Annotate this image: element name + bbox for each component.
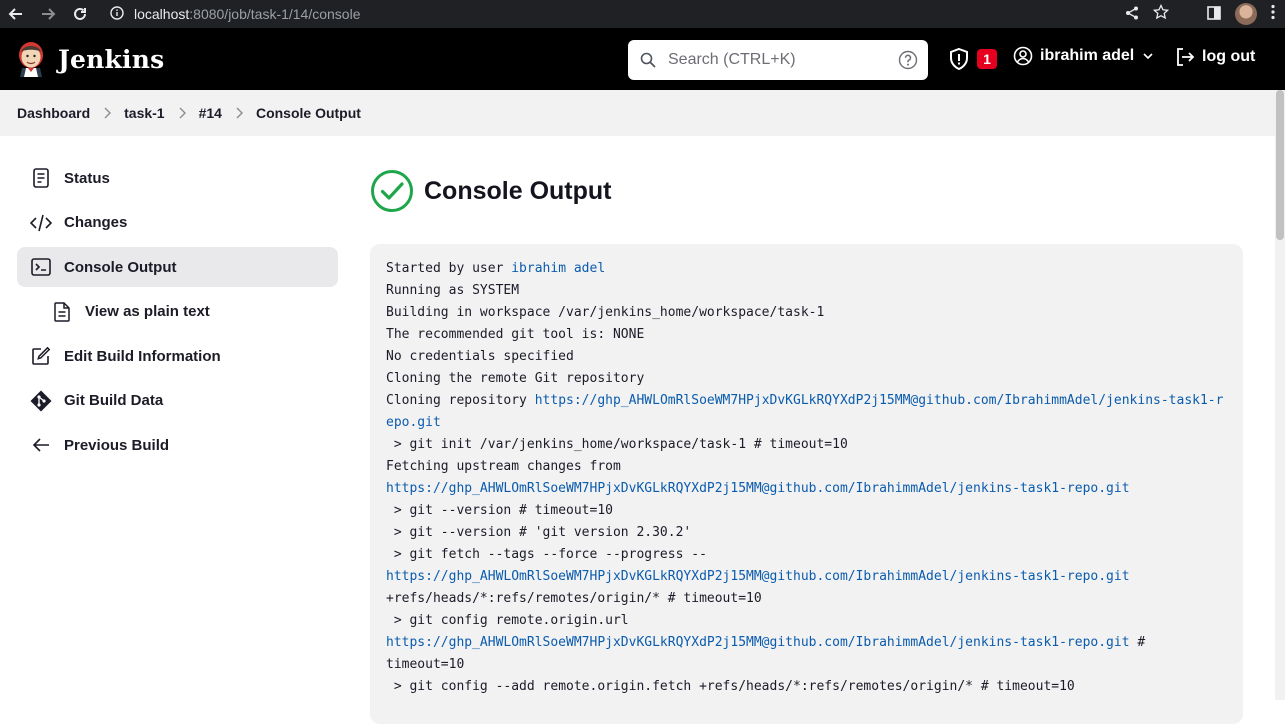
sidepanel-icon[interactable] [1207, 5, 1221, 24]
console-line: > git fetch --tags --force --progress -- [386, 547, 707, 562]
back-arrow-icon[interactable] [0, 0, 32, 28]
console-line: Started by user [386, 261, 512, 276]
console-line: No credentials specified [386, 349, 574, 364]
check-circle-icon [371, 170, 413, 212]
info-icon[interactable] [110, 5, 124, 23]
sidebar-item-plain-text[interactable]: View as plain text [17, 292, 338, 332]
breadcrumb-job[interactable]: task-1 [124, 105, 164, 121]
url-path: :8080/job/task-1/14/console [189, 6, 361, 22]
arrow-left-icon [30, 434, 52, 456]
user-menu[interactable]: ibrahim adel [1013, 46, 1154, 66]
breadcrumb: Dashboard task-1 #14 Console Output [0, 90, 1285, 136]
search-icon [640, 52, 656, 68]
console-line: Cloning repository [386, 393, 535, 408]
sidebar-item-label: View as plain text [85, 303, 210, 320]
chevron-down-icon [1142, 50, 1154, 62]
browser-toolbar: localhost:8080/job/task-1/14/console [0, 0, 1285, 28]
document-icon [30, 167, 52, 189]
breadcrumb-build[interactable]: #14 [199, 105, 222, 121]
logout-link[interactable]: log out [1174, 46, 1255, 68]
console-line: Building in workspace /var/jenkins_home/… [386, 305, 825, 320]
repo-link[interactable]: https://ghp_AHWLOmRlSoeWM7HPjxDvKGLkRQYX… [386, 635, 1130, 650]
breadcrumb-console-output[interactable]: Console Output [256, 105, 361, 121]
console-line: > git config --add remote.origin.fetch +… [386, 679, 1075, 694]
git-icon [30, 390, 52, 412]
console-line: Running as SYSTEM [386, 283, 520, 298]
repo-link[interactable]: https://ghp_AHWLOmRlSoeWM7HPjxDvKGLkRQYX… [386, 569, 1130, 584]
search-input[interactable] [668, 51, 878, 69]
logout-label: log out [1202, 48, 1256, 65]
user-icon [1013, 46, 1033, 66]
console-line: Cloning the remote Git repository [386, 371, 645, 386]
jenkins-header: Jenkins 1 ibrahim adel log out [0, 28, 1285, 90]
main-content: Console Output Started by user ibrahim a… [370, 165, 1243, 724]
address-bar[interactable]: localhost:8080/job/task-1/14/console [110, 5, 361, 23]
chevron-right-icon [235, 107, 243, 119]
sidebar-item-label: Changes [64, 214, 128, 231]
profile-avatar[interactable] [1235, 3, 1257, 25]
forward-arrow-icon[interactable] [32, 0, 64, 28]
sidebar-item-label: Console Output [64, 258, 177, 276]
sidebar-item-console-output[interactable]: Console Output [17, 247, 338, 287]
console-line: > git init /var/jenkins_home/workspace/t… [386, 437, 848, 452]
scrollbar-thumb[interactable] [1276, 90, 1284, 240]
sidebar-item-previous-build[interactable]: Previous Build [17, 425, 338, 465]
user-name: ibrahim adel [1040, 47, 1135, 64]
sidebar-item-git-build-data[interactable]: Git Build Data [17, 381, 338, 421]
brand-name: Jenkins [58, 44, 165, 74]
sidebar-item-label: Git Build Data [64, 392, 164, 409]
sidebar-item-changes[interactable]: Changes [17, 203, 338, 243]
jenkins-logo [19, 42, 43, 77]
console-line: > git config remote.origin.url [386, 613, 629, 628]
logout-icon [1177, 48, 1195, 66]
file-icon [51, 301, 73, 323]
sidebar: Status Changes Console Output View as pl… [17, 158, 338, 470]
page-title: Console Output [424, 176, 612, 205]
breadcrumb-dashboard[interactable]: Dashboard [17, 105, 90, 121]
terminal-icon [30, 256, 52, 278]
code-icon [30, 212, 52, 234]
jenkins-home-link[interactable]: Jenkins [16, 40, 164, 78]
edit-icon [30, 345, 52, 367]
security-alerts[interactable]: 1 [947, 47, 997, 71]
console-line: > git --version # timeout=10 [386, 503, 613, 518]
console-line: +refs/heads/*:refs/remotes/origin/* # ti… [386, 591, 762, 606]
user-link[interactable]: ibrahim adel [511, 261, 605, 276]
url-host: localhost [134, 6, 190, 22]
more-vert-icon[interactable] [1271, 4, 1275, 24]
page-scrollbar[interactable] [1275, 90, 1285, 700]
reload-icon[interactable] [64, 0, 96, 28]
sidebar-item-label: Edit Build Information [64, 347, 221, 365]
console-line: Fetching upstream changes from [386, 459, 621, 474]
chevron-right-icon [178, 107, 186, 119]
help-icon[interactable] [898, 50, 918, 70]
star-icon[interactable] [1152, 3, 1170, 24]
console-line: The recommended git tool is: NONE [386, 327, 645, 342]
page-header: Console Output [370, 165, 1243, 217]
chevron-right-icon [103, 107, 112, 119]
sidebar-item-status[interactable]: Status [17, 158, 338, 198]
sidebar-item-edit-build-information[interactable]: Edit Build Information [17, 336, 338, 376]
share-icon[interactable] [1125, 5, 1139, 24]
shield-icon [950, 47, 968, 71]
security-count-badge: 1 [977, 49, 997, 69]
console-output: Started by user ibrahim adel Running as … [370, 244, 1243, 724]
sidebar-item-label: Previous Build [64, 436, 170, 454]
sidebar-item-label: Status [64, 169, 110, 187]
search-box[interactable] [628, 40, 928, 80]
console-line: > git --version # 'git version 2.30.2' [386, 525, 692, 540]
repo-link[interactable]: https://ghp_AHWLOmRlSoeWM7HPjxDvKGLkRQYX… [386, 481, 1130, 496]
